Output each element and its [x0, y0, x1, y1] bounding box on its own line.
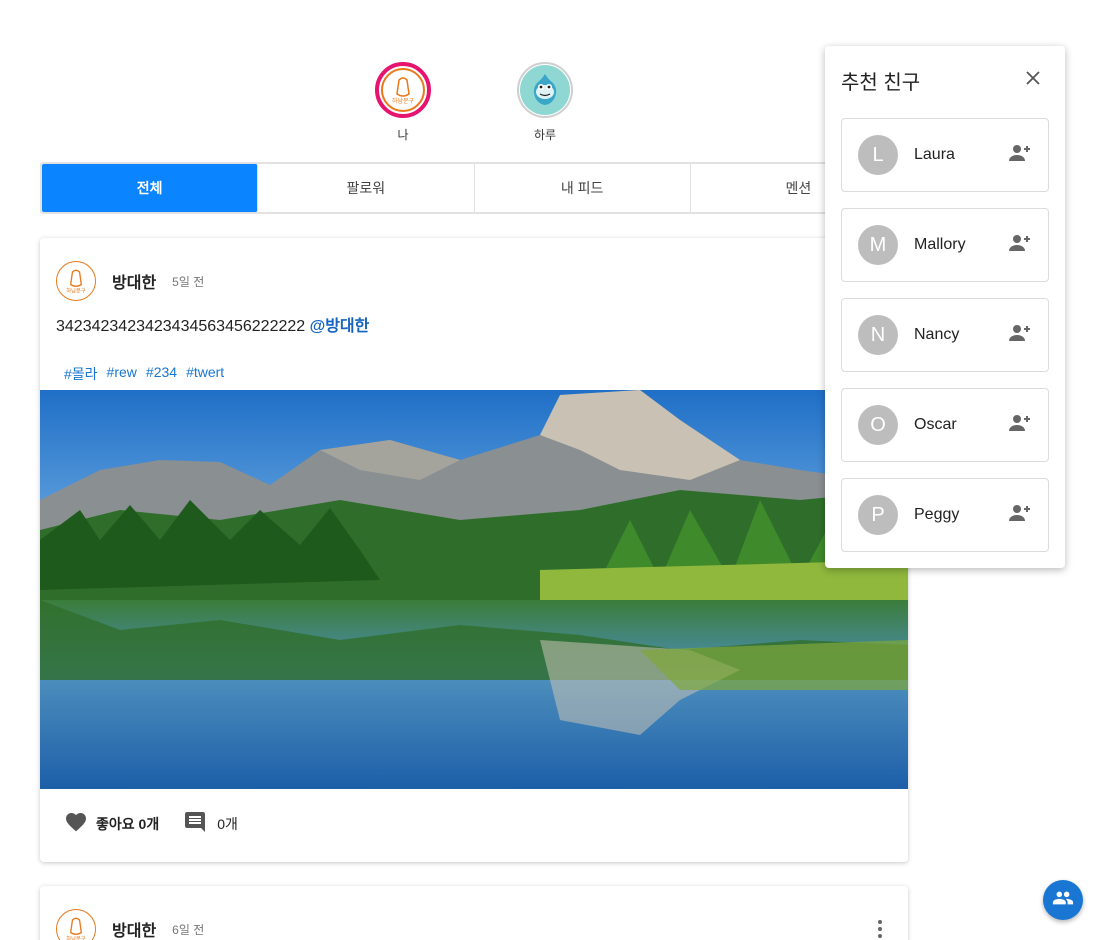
- recommend-panel: 추천 친구 L Laura M Mallory N Nancy O Oscar …: [825, 46, 1065, 568]
- friend-card[interactable]: O Oscar: [841, 388, 1049, 462]
- avatar: O: [858, 405, 898, 445]
- svg-text:하남문구: 하남문구: [66, 935, 86, 940]
- person-add-icon[interactable]: [1008, 321, 1032, 345]
- comment-count: 0개: [217, 815, 238, 832]
- recommend-title: 추천 친구: [841, 72, 921, 94]
- post-author[interactable]: 방대한: [112, 917, 156, 940]
- svg-text:하남문구: 하남문구: [392, 97, 415, 105]
- hashtag[interactable]: #twert: [186, 364, 224, 384]
- friend-name: Nancy: [914, 326, 960, 343]
- post-card: 하남문구 방대한 6일 전: [40, 886, 908, 940]
- author-avatar[interactable]: 하남문구: [56, 261, 96, 301]
- svg-text:하남문구: 하남문구: [66, 287, 86, 295]
- person-add-icon[interactable]: [1008, 411, 1032, 435]
- story-avatar-ring[interactable]: [517, 62, 573, 118]
- story-avatar-ring[interactable]: 하남문구: [375, 62, 431, 118]
- post-header: 하남문구 방대한 5일 전: [40, 238, 908, 308]
- more-vert-icon[interactable]: [868, 917, 892, 940]
- hashtag[interactable]: #234: [146, 364, 177, 384]
- friend-name: Oscar: [914, 416, 957, 433]
- post-time: 5일 전: [172, 274, 205, 289]
- post-body: 3423423423423434563456222222 @방대한: [40, 308, 908, 336]
- people-icon: [1052, 887, 1074, 914]
- tab-my-feed[interactable]: 내 피드: [475, 164, 691, 212]
- story-name: 하루: [533, 128, 557, 142]
- person-add-icon[interactable]: [1008, 141, 1032, 165]
- post-author[interactable]: 방대한: [112, 269, 156, 293]
- post-card: 하남문구 방대한 5일 전 34234234234234345634562222…: [40, 238, 908, 862]
- post-tags: #몰라 #rew #234 #twert: [40, 336, 908, 384]
- feed-tabs: 전체 팔로워 내 피드 멘션: [40, 162, 908, 214]
- post-text: 3423423423423434563456222222: [56, 318, 306, 335]
- friend-card[interactable]: P Peggy: [841, 478, 1049, 552]
- story-name: 나: [397, 128, 409, 142]
- post-mention[interactable]: @방대한: [310, 318, 370, 335]
- tab-followers[interactable]: 팔로워: [258, 164, 475, 212]
- post-actions: 좋아요 0개 0개: [64, 810, 238, 837]
- hashtag[interactable]: #몰라: [64, 364, 98, 384]
- post-image[interactable]: [40, 390, 908, 789]
- close-icon[interactable]: [1021, 66, 1045, 90]
- friend-card[interactable]: M Mallory: [841, 208, 1049, 282]
- like-count: 좋아요 0개: [96, 815, 160, 832]
- friend-name: Peggy: [914, 506, 960, 523]
- comment-icon[interactable]: [183, 810, 207, 837]
- heart-icon[interactable]: [64, 810, 88, 837]
- avatar: N: [858, 315, 898, 355]
- avatar: L: [858, 135, 898, 175]
- person-add-icon[interactable]: [1008, 231, 1032, 255]
- friend-card[interactable]: N Nancy: [841, 298, 1049, 372]
- story-bar: 하남문구 나 하루: [0, 62, 948, 143]
- friend-name: Laura: [914, 146, 955, 163]
- people-fab-button[interactable]: [1043, 880, 1083, 920]
- story-haru[interactable]: 하루: [517, 62, 573, 143]
- person-add-icon[interactable]: [1008, 501, 1032, 525]
- avatar: 하남문구: [381, 68, 425, 112]
- tab-all[interactable]: 전체: [42, 164, 259, 212]
- hashtag[interactable]: #rew: [107, 364, 137, 384]
- avatar: P: [858, 495, 898, 535]
- author-avatar[interactable]: 하남문구: [56, 909, 96, 940]
- story-me[interactable]: 하남문구 나: [375, 62, 431, 143]
- post-time: 6일 전: [172, 922, 205, 937]
- post-header: 하남문구 방대한 6일 전: [40, 886, 908, 940]
- friend-name: Mallory: [914, 236, 966, 253]
- avatar: M: [858, 225, 898, 265]
- friend-card[interactable]: L Laura: [841, 118, 1049, 192]
- avatar: [520, 65, 570, 115]
